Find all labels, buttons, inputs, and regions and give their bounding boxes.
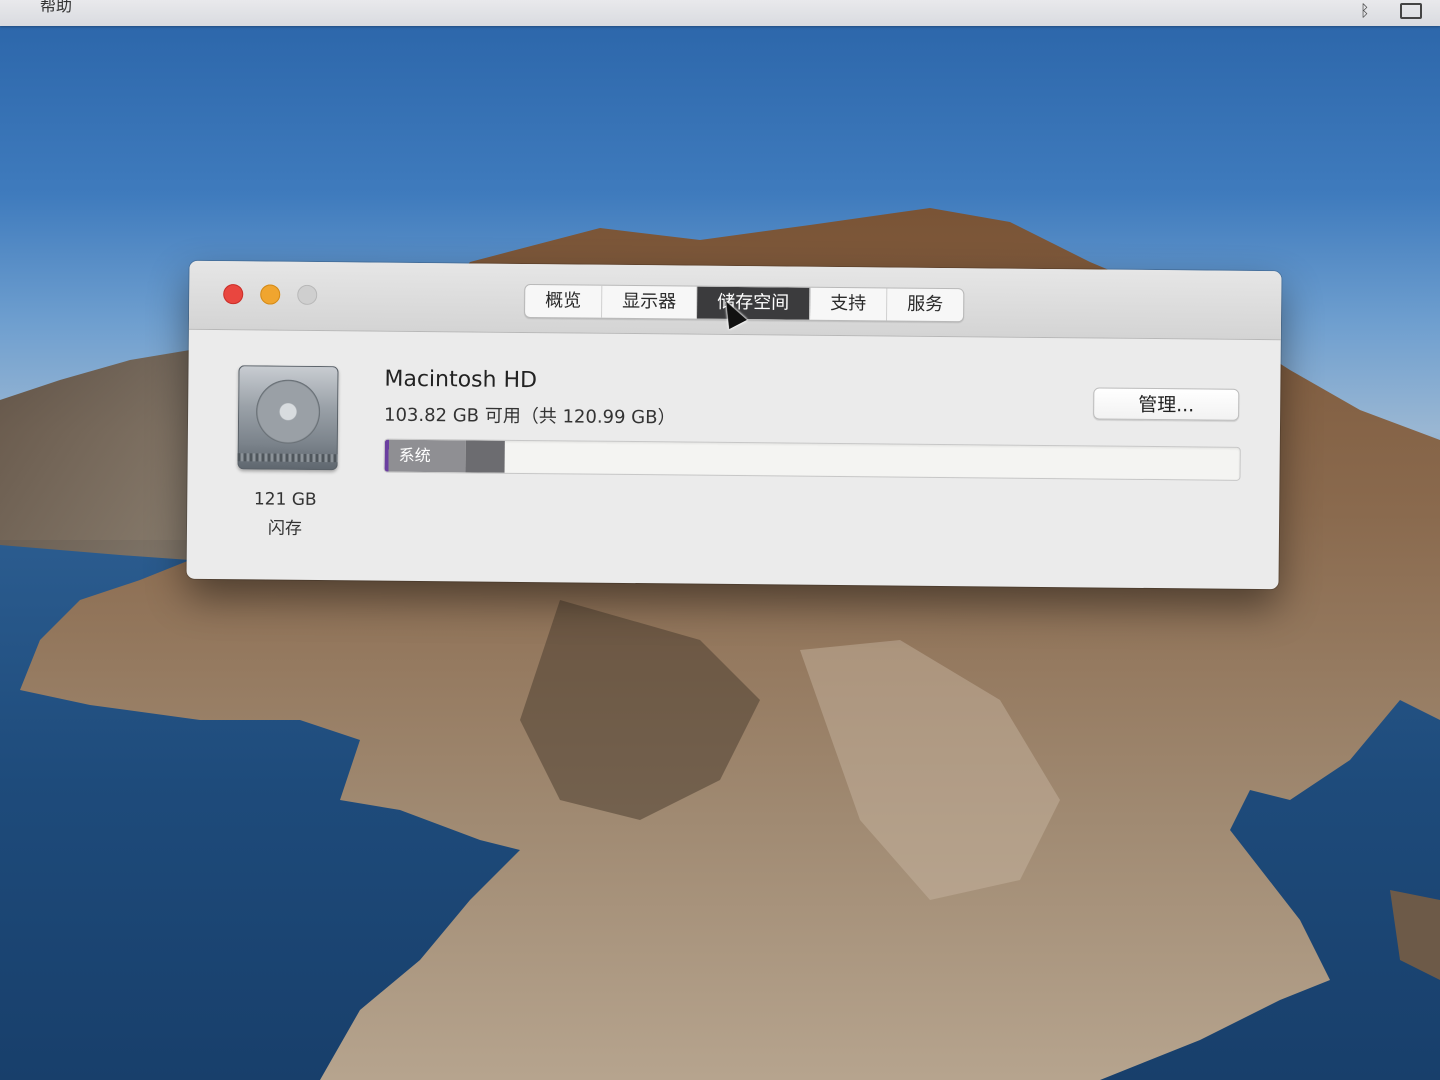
volume-name: Macintosh HD	[384, 366, 538, 394]
storage-usage-bar[interactable]: 系统	[383, 438, 1241, 481]
disk-capacity: 121 GB	[253, 489, 317, 510]
tab-overview[interactable]: 概览	[525, 284, 603, 318]
manage-button[interactable]: 管理...	[1093, 387, 1240, 421]
bluetooth-icon[interactable]: ᛒ	[1360, 2, 1372, 20]
tab-storage[interactable]: 储存空间	[697, 286, 811, 320]
storage-panel: 121 GB 闪存 Macintosh HD 103.82 GB 可用（共 12…	[186, 329, 1280, 589]
tab-support[interactable]: 支持	[810, 287, 888, 321]
tab-displays[interactable]: 显示器	[602, 285, 698, 319]
disk-type: 闪存	[267, 518, 303, 539]
volume-availability: 103.82 GB 可用（共 120.99 GB）	[383, 404, 676, 429]
storage-segment-other[interactable]	[465, 440, 505, 473]
close-button[interactable]	[223, 284, 244, 305]
zoom-button[interactable]	[297, 284, 318, 305]
storage-segment-system[interactable]: 系统	[384, 439, 467, 473]
airplay-icon[interactable]	[1400, 3, 1422, 19]
about-this-mac-window: 概览 显示器 储存空间 支持 服务 121 GB 闪存 Macintosh HD…	[186, 260, 1282, 590]
tab-service[interactable]: 服务	[887, 288, 963, 321]
menu-help[interactable]: 帮助	[40, 0, 72, 16]
window-titlebar: 概览 显示器 储存空间 支持 服务	[188, 260, 1282, 341]
hard-disk-icon	[237, 365, 339, 471]
minimize-button[interactable]	[260, 284, 281, 305]
menu-bar: 帮助 ᛒ	[0, 0, 1440, 26]
